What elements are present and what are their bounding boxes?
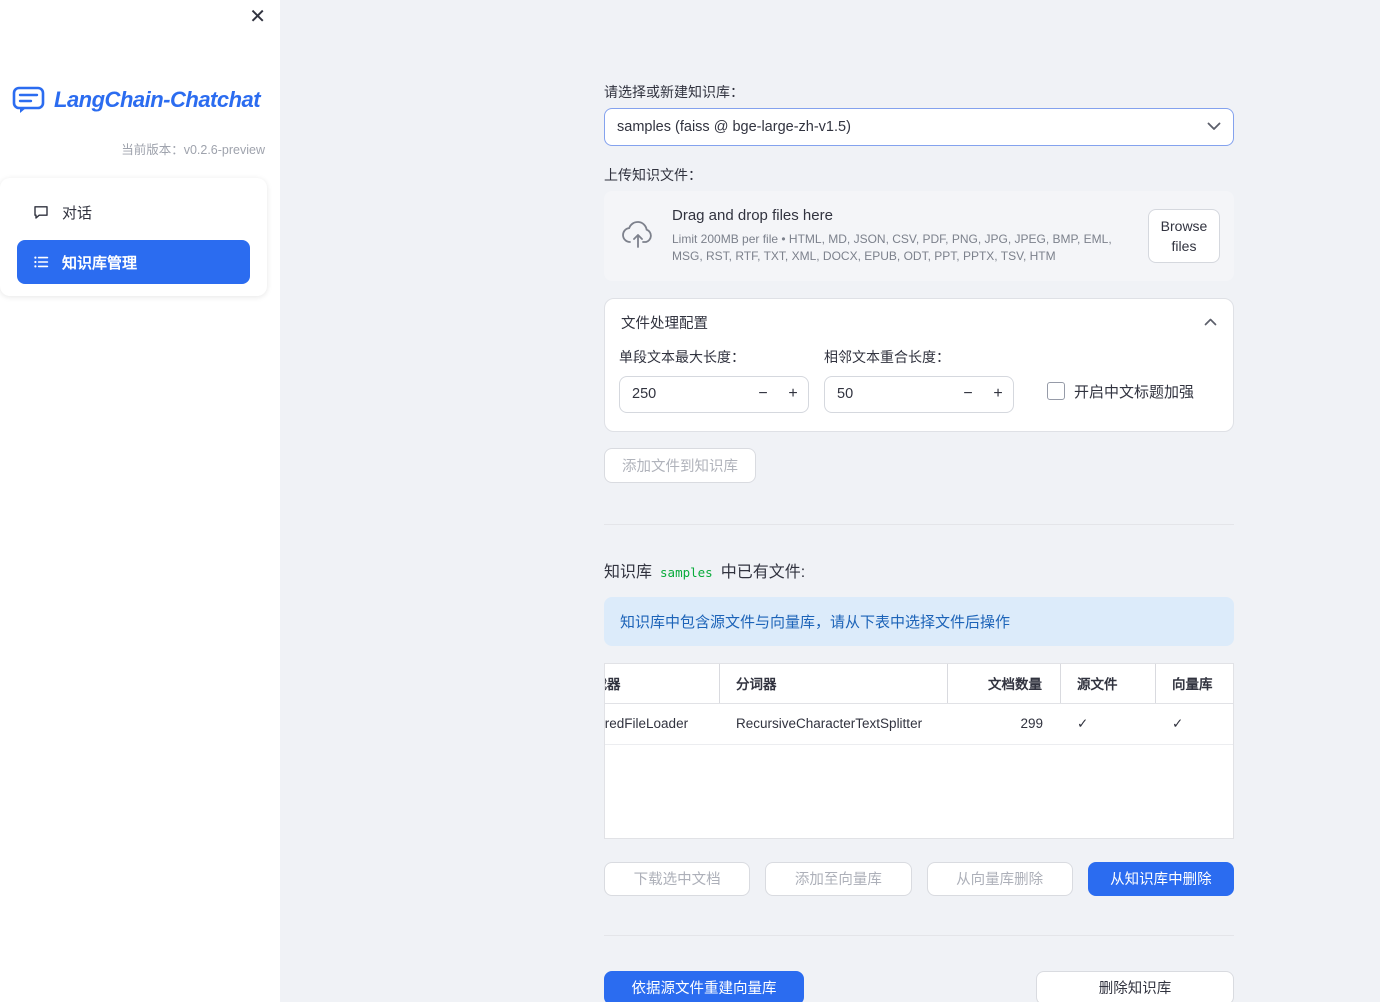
dropzone-texts: Drag and drop files here Limit 200MB per…	[672, 207, 1136, 265]
download-selected-button[interactable]: 下载选中文档	[604, 861, 751, 896]
cell-splitter: RecursiveCharacterTextSplitter	[736, 716, 923, 732]
dropzone-limit-text: Limit 200MB per file • HTML, MD, JSON, C…	[672, 232, 1112, 263]
overlap-size-input[interactable]: 50 − +	[824, 375, 1014, 413]
info-alert: 知识库中包含源文件与向量库，请从下表中选择文件后操作	[604, 596, 1234, 646]
chat-bubble-icon	[33, 204, 49, 220]
add-files-to-kb-button[interactable]: 添加文件到知识库	[604, 447, 756, 483]
add-to-vectorstore-button[interactable]: 添加至向量库	[765, 861, 912, 896]
list-icon	[33, 254, 49, 270]
cell-source-check: ✓	[1061, 704, 1156, 744]
app-version-text: 当前版本：v0.2.6-preview	[121, 143, 265, 157]
expander-title: 文件处理配置	[621, 315, 708, 332]
check-icon: ✓	[1077, 715, 1089, 731]
chunk-size-input[interactable]: 250 − +	[619, 375, 809, 413]
table-row[interactable]: UnstructuredFileLoader RecursiveCharacte…	[605, 704, 1233, 745]
delete-from-vectorstore-button[interactable]: 从向量库删除	[926, 861, 1073, 896]
file-dropzone[interactable]: Drag and drop files here Limit 200MB per…	[604, 191, 1234, 281]
expander-body: 单段文本最大长度： 250 − + 相邻文本重合长度： 50 − + 开启中文标…	[605, 343, 1233, 431]
cloud-upload-icon	[620, 219, 656, 252]
minus-stepper-button[interactable]: −	[748, 385, 778, 403]
table-header-row: 文档加载器 分词器 文档数量 源文件 向量库	[605, 663, 1233, 704]
column-header-vector-store[interactable]: 向量库	[1156, 664, 1233, 703]
kb-management-buttons: 依据源文件重建向量库 删除知识库	[604, 970, 1234, 1002]
sidebar-menu: 对话 知识库管理	[0, 178, 267, 296]
sidebar-close-icon[interactable]: ✕	[249, 6, 266, 28]
chunk-size-group: 单段文本最大长度： 250 − +	[619, 347, 809, 413]
overlap-size-value: 50	[837, 386, 854, 403]
cell-doc-count: 299	[1020, 716, 1043, 732]
column-header-splitter[interactable]: 分词器	[720, 663, 948, 703]
chat-logo-icon	[12, 86, 45, 114]
rebuild-vectorstore-button[interactable]: 依据源文件重建向量库	[604, 970, 804, 1002]
file-action-buttons: 下载选中文档 添加至向量库 从向量库删除 从知识库中删除	[604, 861, 1234, 896]
column-header-loader[interactable]: 文档加载器	[605, 663, 720, 703]
kb-name-code: samples	[660, 564, 713, 580]
browse-files-button[interactable]: Browse files	[1148, 208, 1220, 264]
delete-from-kb-button[interactable]: 从知识库中删除	[1087, 861, 1234, 896]
chunk-size-label: 单段文本最大长度：	[619, 348, 745, 365]
minus-stepper-button[interactable]: −	[953, 385, 983, 403]
overlap-size-label: 相邻文本重合长度：	[824, 348, 950, 365]
column-header-doc-count[interactable]: 文档数量	[948, 663, 1061, 703]
dropzone-title: Drag and drop files here	[672, 207, 833, 224]
overlap-size-group: 相邻文本重合长度： 50 − +	[824, 347, 1014, 413]
cell-vector-check: ✓	[1156, 704, 1233, 744]
content-column: 请选择或新建知识库： samples (faiss @ bge-large-zh…	[604, 0, 1234, 1002]
kb-select-label: 请选择或新建知识库：	[604, 84, 744, 100]
delete-kb-button[interactable]: 删除知识库	[1036, 970, 1234, 1002]
kb-selectbox[interactable]: samples (faiss @ bge-large-zh-v1.5)	[604, 108, 1234, 146]
divider	[604, 523, 1234, 525]
column-header-source-file[interactable]: 源文件	[1061, 663, 1156, 703]
upload-label: 上传知识文件：	[604, 167, 702, 183]
info-alert-text: 知识库中包含源文件与向量库，请从下表中选择文件后操作	[620, 613, 1011, 631]
zh-title-enhance-label: 开启中文标题加强	[1074, 383, 1195, 401]
divider	[604, 934, 1234, 936]
chevron-up-icon	[1204, 314, 1217, 330]
kb-files-prefix: 知识库	[604, 563, 653, 581]
chevron-down-icon	[1207, 119, 1221, 135]
app-logo: LangChain-Chatchat	[12, 86, 280, 114]
app-logo-text: LangChain-Chatchat	[54, 87, 261, 112]
cell-loader: UnstructuredFileLoader	[605, 716, 689, 732]
sidebar-item-label: 知识库管理	[62, 254, 138, 272]
sidebar: ✕ LangChain-Chatchat 当前版本：v0.2.6-preview…	[0, 0, 280, 1002]
sidebar-item-knowledge-base[interactable]: 知识库管理	[17, 240, 250, 284]
main-area: 请选择或新建知识库： samples (faiss @ bge-large-zh…	[280, 0, 1380, 1002]
kb-selectbox-value: samples (faiss @ bge-large-zh-v1.5)	[617, 119, 851, 135]
expander-header[interactable]: 文件处理配置	[605, 299, 1233, 343]
sidebar-item-dialogue[interactable]: 对话	[17, 190, 250, 234]
check-icon: ✓	[1172, 715, 1184, 731]
kb-files-suffix: 中已有文件:	[720, 563, 806, 581]
kb-files-heading: 知识库 samples 中已有文件:	[604, 558, 1234, 582]
file-config-expander: 文件处理配置 单段文本最大长度： 250 − + 相邻文本重合长度： 50 − …	[604, 297, 1234, 432]
chunk-size-value: 250	[632, 386, 657, 403]
sidebar-item-label: 对话	[62, 204, 93, 222]
plus-stepper-button[interactable]: +	[778, 385, 808, 403]
plus-stepper-button[interactable]: +	[983, 385, 1013, 403]
checkbox-unchecked-icon[interactable]	[1047, 382, 1065, 401]
files-dataframe[interactable]: 文档加载器 分词器 文档数量 源文件 向量库 UnstructuredFileL…	[604, 662, 1234, 839]
zh-title-enhance-checkbox-group[interactable]: 开启中文标题加强	[1047, 381, 1194, 402]
